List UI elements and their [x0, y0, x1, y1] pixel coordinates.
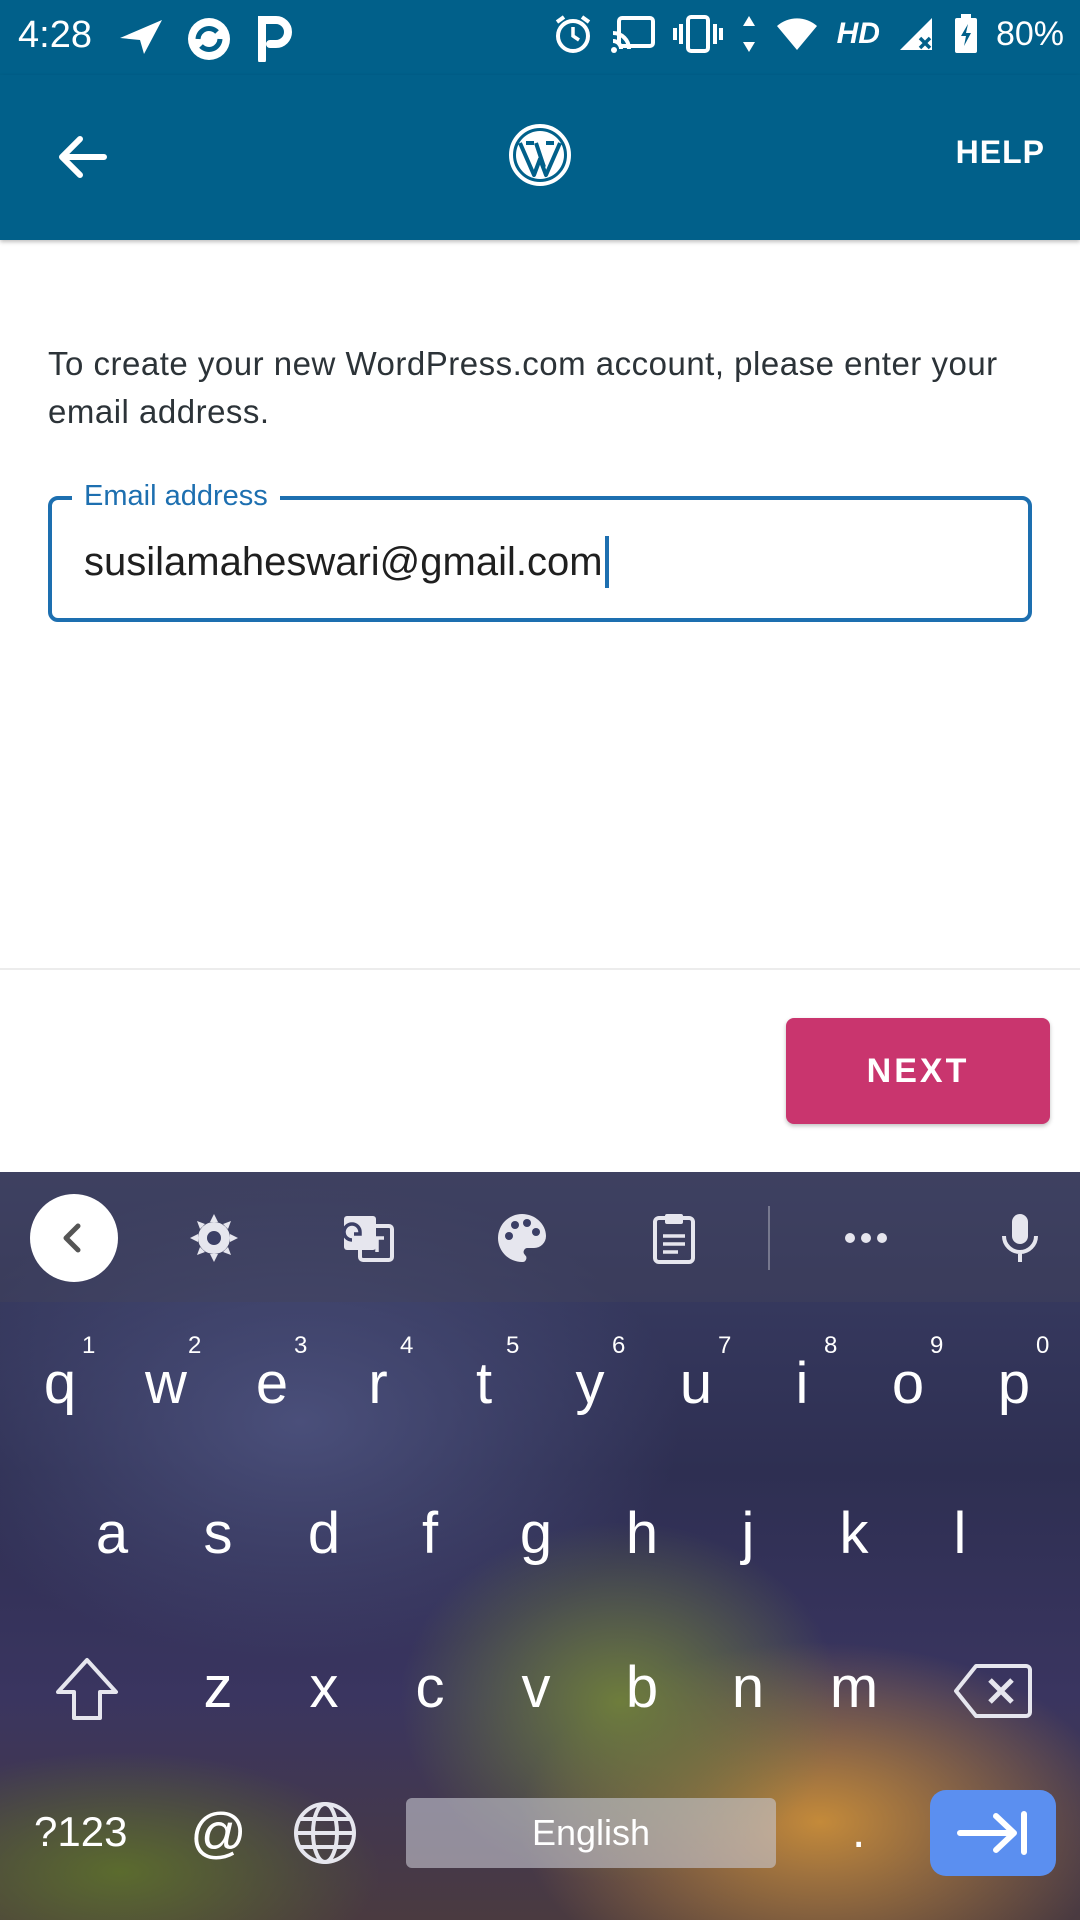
key-hint-9: 9	[930, 1332, 944, 1359]
chevron-left-icon	[63, 1223, 81, 1253]
key-hint-2: 2	[188, 1332, 202, 1359]
alarm-icon	[555, 15, 590, 53]
key-hint-7: 7	[718, 1332, 732, 1359]
text-caret	[604, 536, 609, 588]
palette-icon[interactable]	[494, 1210, 550, 1266]
key-g[interactable]: g	[486, 1500, 586, 1567]
key-hint-8: 8	[824, 1332, 838, 1359]
status-icons-right: HD 80%	[553, 14, 1064, 54]
battery-percent: 80%	[995, 14, 1064, 53]
intro-text: To create your new WordPress.com account…	[48, 345, 998, 430]
space-bar[interactable]: English	[406, 1798, 776, 1868]
symbols-key[interactable]: ?123	[34, 1808, 127, 1856]
period-key[interactable]: .	[852, 1804, 865, 1859]
key-hint-3: 3	[294, 1332, 308, 1359]
shift-icon[interactable]	[52, 1656, 122, 1722]
sync-icon	[188, 18, 230, 60]
wifi-icon	[776, 18, 817, 50]
key-c[interactable]: c	[380, 1654, 480, 1721]
microphone-icon[interactable]	[992, 1210, 1048, 1266]
key-b[interactable]: b	[592, 1654, 692, 1721]
battery-icon	[954, 14, 977, 53]
key-hint-4: 4	[400, 1332, 414, 1359]
more-dots-icon[interactable]	[838, 1210, 894, 1266]
toolbar-separator	[768, 1206, 770, 1270]
cast-icon	[610, 16, 655, 53]
key-n[interactable]: n	[698, 1654, 798, 1721]
key-t[interactable]: t	[434, 1350, 534, 1417]
key-a[interactable]: a	[62, 1500, 162, 1567]
key-y[interactable]: y	[540, 1350, 640, 1417]
clipboard-icon[interactable]	[646, 1210, 702, 1266]
key-hint-0: 0	[1036, 1332, 1050, 1359]
key-h[interactable]: h	[592, 1500, 692, 1567]
key-e[interactable]: e	[222, 1350, 322, 1417]
key-m[interactable]: m	[804, 1654, 904, 1721]
key-v[interactable]: v	[486, 1654, 586, 1721]
settings-gear-icon[interactable]	[186, 1210, 242, 1266]
signal-icon	[899, 18, 932, 50]
key-hint-1: 1	[82, 1332, 96, 1359]
key-j[interactable]: j	[698, 1500, 798, 1567]
key-o[interactable]: o	[858, 1350, 958, 1417]
parking-icon	[258, 16, 292, 62]
status-bar: 4:28 HD 80%	[0, 0, 1080, 75]
network-badge: HD	[836, 17, 880, 50]
status-icons-left	[118, 16, 294, 62]
email-value: susilamaheswari@gmail.com	[84, 539, 603, 584]
back-arrow-icon[interactable]	[52, 127, 112, 187]
translate-icon[interactable]	[340, 1210, 396, 1266]
next-field-key[interactable]	[930, 1790, 1056, 1876]
next-button[interactable]: NEXT	[786, 1018, 1050, 1124]
backspace-icon[interactable]	[952, 1662, 1032, 1720]
key-x[interactable]: x	[274, 1654, 374, 1721]
app-bar: HELP	[0, 75, 1080, 240]
tab-next-icon	[957, 1811, 1027, 1855]
help-button[interactable]: HELP	[956, 134, 1045, 171]
key-w[interactable]: w	[116, 1350, 216, 1417]
key-r[interactable]: r	[328, 1350, 428, 1417]
key-z[interactable]: z	[168, 1654, 268, 1721]
data-arrows-icon	[742, 16, 755, 52]
email-input[interactable]: susilamaheswari@gmail.com	[84, 536, 609, 588]
key-hint-5: 5	[506, 1332, 520, 1359]
key-q[interactable]: q	[10, 1350, 110, 1417]
key-p[interactable]: p	[964, 1350, 1064, 1417]
status-time: 4:28	[18, 14, 92, 56]
keyboard-collapse-button[interactable]	[30, 1194, 118, 1282]
wordpress-logo-icon	[509, 124, 571, 186]
globe-icon[interactable]	[292, 1800, 358, 1866]
key-u[interactable]: u	[646, 1350, 746, 1417]
email-field-label: Email address	[72, 480, 280, 513]
vibrate-icon	[672, 15, 723, 53]
key-k[interactable]: k	[804, 1500, 904, 1567]
key-hint-6: 6	[612, 1332, 626, 1359]
key-i[interactable]: i	[752, 1350, 852, 1417]
footer-divider	[0, 968, 1080, 970]
key-s[interactable]: s	[168, 1500, 268, 1567]
key-d[interactable]: d	[274, 1500, 374, 1567]
send-icon	[120, 20, 162, 54]
at-key[interactable]: @	[190, 1800, 247, 1865]
key-l[interactable]: l	[910, 1500, 1010, 1567]
key-f[interactable]: f	[380, 1500, 480, 1567]
